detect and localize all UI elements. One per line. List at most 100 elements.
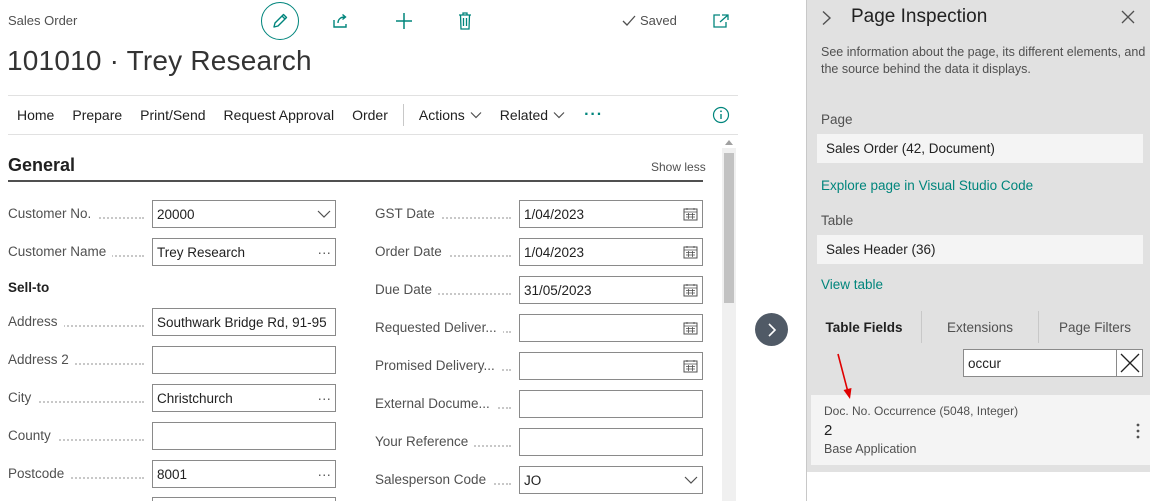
ellipsis-lookup-icon[interactable]: ··· [318, 467, 332, 482]
external-document-no-input[interactable] [519, 390, 703, 418]
filter-value: occur [968, 355, 1002, 371]
field-due-date: Due Date 31/05/2023 [375, 276, 703, 304]
related-menu[interactable]: Related [491, 107, 574, 123]
view-table-link[interactable]: View table [821, 277, 883, 292]
field-label: GST Date [375, 206, 441, 221]
field-customer-no: Customer No. 20000 [8, 200, 336, 228]
page-type-label: Sales Order [8, 13, 78, 28]
county-input[interactable] [152, 422, 336, 450]
customer-no-input[interactable]: 20000 [152, 200, 336, 228]
chevron-right-icon [767, 322, 776, 337]
info-icon[interactable] [712, 106, 730, 124]
field-value: Trey Research [157, 244, 246, 260]
field-label: Your Reference [375, 434, 475, 449]
calendar-icon[interactable] [683, 283, 698, 297]
section-title-general[interactable]: General [8, 155, 75, 176]
field-value: Southwark Bridge Rd, 91-95 [157, 314, 327, 330]
page-value-box: Sales Order (42, Document) [817, 134, 1143, 163]
pane-title: Page Inspection [851, 6, 988, 27]
calendar-icon[interactable] [683, 207, 698, 221]
action-print-send[interactable]: Print/Send [131, 107, 214, 123]
clear-filter-button[interactable] [1116, 350, 1142, 376]
open-in-new-window-button[interactable] [711, 11, 731, 31]
field-order-date: Order Date 1/04/2023 [375, 238, 703, 266]
field-address-2: Address 2 [8, 346, 336, 374]
field-value: 1/04/2023 [524, 244, 585, 260]
annotation-arrow-icon [837, 353, 852, 399]
field-external-document-no: External Docume... [375, 390, 703, 418]
address-2-input[interactable] [152, 346, 336, 374]
gst-date-input[interactable]: 1/04/2023 [519, 200, 703, 228]
actions-menu-label: Actions [418, 107, 465, 123]
field-label: Customer No. [8, 206, 98, 221]
order-date-input[interactable]: 1/04/2023 [519, 238, 703, 266]
requested-delivery-date-input[interactable] [519, 314, 703, 342]
postcode-input[interactable]: 8001 ··· [152, 460, 336, 488]
collapse-pane-button[interactable] [755, 313, 788, 346]
field-city: City Christchurch ··· [8, 384, 336, 412]
pane-empty-area [807, 472, 1150, 501]
saved-status: Saved [622, 13, 677, 28]
chevron-right-icon[interactable] [821, 10, 833, 26]
field-label: City [8, 390, 38, 405]
field-value: 1/04/2023 [524, 206, 585, 222]
trash-icon [459, 12, 471, 30]
action-order[interactable]: Order [343, 107, 397, 123]
share-icon [333, 13, 347, 28]
field-postcode: Postcode 8001 ··· [8, 460, 336, 488]
calendar-icon[interactable] [683, 359, 698, 373]
scrollbar-thumb[interactable] [724, 153, 734, 303]
promised-delivery-date-input[interactable] [519, 352, 703, 380]
field-value: 31/05/2023 [524, 282, 592, 298]
action-prepare[interactable]: Prepare [63, 107, 131, 123]
popout-icon [713, 14, 729, 28]
field-card[interactable]: Doc. No. Occurrence (5048, Integer) 2 Ba… [811, 395, 1150, 465]
more-actions-button[interactable]: ··· [574, 106, 613, 124]
section-divider [8, 180, 703, 182]
field-county: County [8, 422, 336, 450]
scroll-up-arrow[interactable] [725, 140, 733, 145]
city-input[interactable]: Christchurch ··· [152, 384, 336, 412]
field-gst-date: GST Date 1/04/2023 [375, 200, 703, 228]
field-label: Order Date [375, 244, 448, 259]
address-input[interactable]: Southwark Bridge Rd, 91-95 [152, 308, 336, 336]
customer-name-input[interactable]: Trey Research ··· [152, 238, 336, 266]
field-value: 8001 [157, 466, 188, 482]
page-title: 101010 · Trey Research [7, 45, 312, 76]
tab-page-filters[interactable]: Page Filters [1039, 308, 1150, 346]
calendar-icon[interactable] [683, 321, 698, 335]
field-salesperson-code: Salesperson Code JO [375, 466, 703, 494]
field-value: 20000 [157, 206, 195, 222]
field-label: External Docume... [375, 396, 496, 411]
ellipsis-lookup-icon[interactable]: ··· [318, 391, 332, 406]
due-date-input[interactable]: 31/05/2023 [519, 276, 703, 304]
calendar-icon[interactable] [683, 245, 698, 259]
table-section-label: Table [821, 213, 854, 228]
more-options-icon[interactable] [1135, 422, 1141, 440]
edit-button[interactable] [261, 2, 299, 40]
chevron-down-icon [553, 112, 565, 119]
field-address: Address Southwark Bridge Rd, 91-95 [8, 308, 336, 336]
close-icon[interactable] [1121, 10, 1135, 24]
chevron-down-icon[interactable] [317, 210, 331, 218]
share-button[interactable] [330, 10, 352, 32]
explore-page-link[interactable]: Explore page in Visual Studio Code [821, 178, 1033, 193]
tab-table-fields[interactable]: Table Fields [807, 308, 921, 346]
table-value-box: Sales Header (36) [817, 235, 1143, 264]
delete-button[interactable] [455, 10, 475, 32]
show-less-link[interactable]: Show less [651, 160, 706, 174]
chevron-down-icon[interactable] [684, 476, 698, 484]
pane-description: See information about the page, its diff… [821, 45, 1146, 76]
field-requested-delivery-date: Requested Deliver... [375, 314, 703, 342]
action-request-approval[interactable]: Request Approval [215, 107, 344, 123]
your-reference-input[interactable] [519, 428, 703, 456]
ellipsis-lookup-icon[interactable]: ··· [318, 245, 332, 260]
field-filter-input[interactable]: occur [963, 349, 1143, 377]
field-label: Postcode [8, 466, 71, 481]
field-label: Address [8, 314, 64, 329]
actions-menu[interactable]: Actions [410, 107, 491, 123]
tab-extensions[interactable]: Extensions [922, 308, 1038, 346]
action-home[interactable]: Home [8, 107, 63, 123]
new-button[interactable] [393, 10, 415, 32]
salesperson-code-input[interactable]: JO [519, 466, 703, 494]
